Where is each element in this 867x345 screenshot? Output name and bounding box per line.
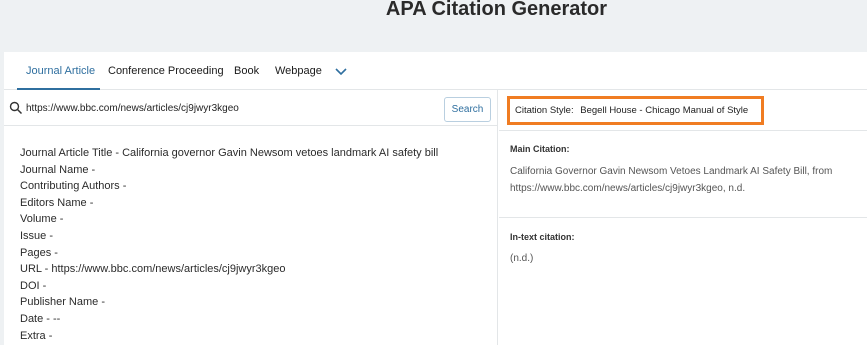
main-citation-label: Main Citation: bbox=[510, 144, 570, 154]
field-extra: Extra - bbox=[20, 329, 53, 342]
in-text-citation-label: In-text citation: bbox=[510, 232, 575, 242]
divider bbox=[499, 130, 867, 131]
main-citation-text: California Governor Gavin Newsom Vetoes … bbox=[510, 166, 833, 194]
field-editors-name: Editors Name - bbox=[20, 196, 94, 209]
url-search-input[interactable] bbox=[26, 99, 426, 117]
search-bar: Search bbox=[4, 90, 498, 126]
tab-journal-article[interactable]: Journal Article bbox=[26, 65, 95, 77]
field-url: URL - https://www.bbc.com/news/articles/… bbox=[20, 263, 286, 276]
search-icon bbox=[9, 101, 23, 115]
article-details-pane: Search Journal Article Title - Californi… bbox=[4, 90, 498, 345]
search-button[interactable]: Search bbox=[444, 97, 491, 122]
field-contributing-authors: Contributing Authors - bbox=[20, 180, 127, 193]
citation-style-selector[interactable]: Citation Style: Begell House - Chicago M… bbox=[507, 96, 764, 125]
in-text-citation-text: (n.d.) bbox=[510, 253, 534, 264]
chevron-down-icon[interactable] bbox=[334, 65, 348, 77]
field-title: Journal Article Title - California gover… bbox=[20, 147, 439, 159]
field-issue: Issue - bbox=[20, 229, 54, 242]
field-date: Date - -- bbox=[20, 312, 61, 325]
tab-bar: Journal Article Conference Proceeding Bo… bbox=[4, 52, 867, 90]
field-journal-name: Journal Name - bbox=[20, 163, 96, 176]
field-volume: Volume - bbox=[20, 213, 64, 226]
tab-webpage[interactable]: Webpage bbox=[275, 65, 322, 77]
divider bbox=[499, 217, 867, 218]
field-pages: Pages - bbox=[20, 246, 58, 259]
field-doi: DOI - bbox=[20, 279, 47, 292]
citation-style-label: Citation Style: bbox=[515, 105, 574, 116]
citation-style-value: Begell House - Chicago Manual of Style bbox=[580, 105, 749, 116]
citation-generator-card: Journal Article Conference Proceeding Bo… bbox=[4, 52, 867, 345]
page-title: APA Citation Generator bbox=[385, 0, 608, 20]
article-fields-list: Journal Article Title - California gover… bbox=[20, 145, 438, 344]
tab-conference-proceeding[interactable]: Conference Proceeding bbox=[108, 65, 224, 77]
field-publisher-name: Publisher Name - bbox=[20, 296, 105, 309]
citation-output-pane: Citation Style: Begell House - Chicago M… bbox=[499, 90, 867, 345]
tab-book[interactable]: Book bbox=[234, 65, 259, 77]
